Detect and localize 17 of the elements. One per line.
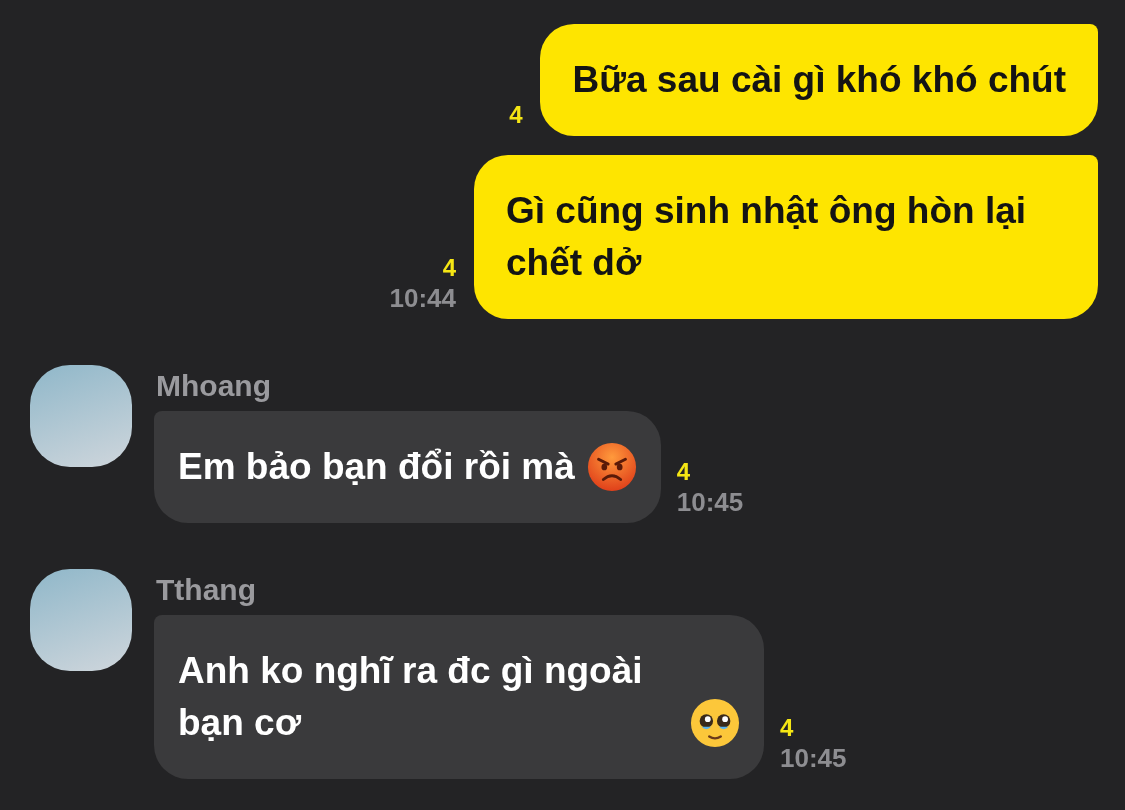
unread-count: 4 <box>780 713 794 743</box>
teary-face-icon <box>690 698 740 748</box>
message-text: Anh ko nghĩ ra đc gì ngoài bạn cơ <box>178 649 644 745</box>
sender-name: Mhoang <box>156 369 272 403</box>
message-text: Bữa sau cài gì khó khó chút <box>572 58 1066 102</box>
sender-name: Tthang <box>156 573 257 607</box>
unread-count: 4 <box>509 100 523 130</box>
angry-face-icon <box>586 442 637 492</box>
avatar-photo[interactable] <box>30 365 132 467</box>
message-text: Gì cũng sinh nhật ông hòn lại chết dở <box>506 189 1028 285</box>
message-text: Em bảo bạn đổi rồi mà <box>178 445 575 489</box>
message-time: 10:44 <box>389 283 456 313</box>
unread-count: 4 <box>442 253 456 283</box>
message-time: 10:45 <box>780 743 847 773</box>
message-time: 10:45 <box>676 487 744 517</box>
avatar-photo[interactable] <box>30 569 132 671</box>
unread-count: 4 <box>676 457 691 487</box>
